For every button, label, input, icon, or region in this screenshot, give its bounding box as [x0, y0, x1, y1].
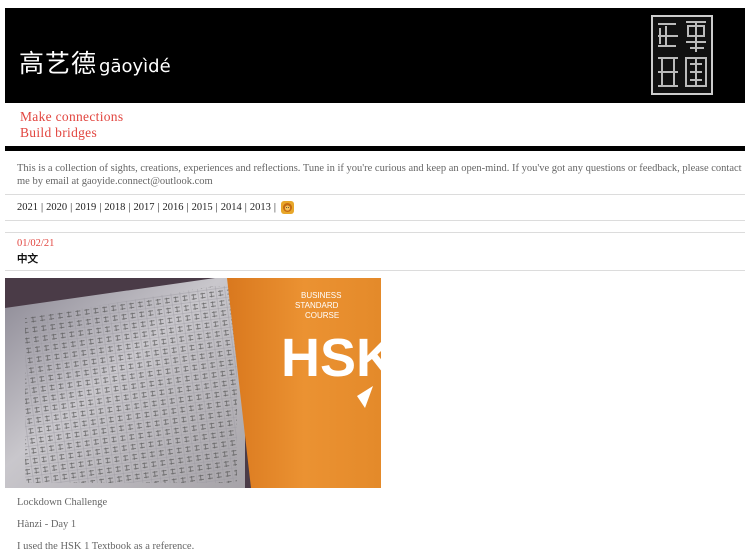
divider: [5, 270, 745, 271]
divider: [5, 194, 745, 195]
lion-face-icon: [282, 203, 292, 212]
logo-pinyin: gāoyìdé: [99, 56, 171, 77]
year-link-2015[interactable]: 2015: [192, 202, 213, 213]
site-intro: This is a collection of sights, creation…: [17, 163, 742, 187]
site-logo[interactable]: 高艺德 gāoyìdé: [19, 44, 171, 80]
year-link-2021[interactable]: 2021: [17, 202, 38, 213]
seal-stamp-image: [651, 15, 713, 95]
year-link-2019[interactable]: 2019: [75, 202, 96, 213]
divider: [5, 220, 745, 221]
post-photo-hsk-book: BUSINESS STANDARD COURSE HSK: [5, 278, 381, 488]
book-cover-title: HSK: [281, 328, 381, 388]
post-paragraph: Hànzi - Day 1: [17, 519, 77, 530]
year-link-2013[interactable]: 2013: [250, 202, 271, 213]
divider: [5, 232, 745, 233]
post-paragraph: Lockdown Challenge: [17, 497, 108, 508]
book-cover-text: STANDARD: [295, 301, 339, 310]
tagline-line-1: Make connections: [20, 109, 124, 124]
nav-separator: |: [186, 202, 189, 213]
year-link-2018[interactable]: 2018: [104, 202, 125, 213]
nav-separator: |: [99, 202, 102, 213]
nav-separator: |: [70, 202, 73, 213]
nav-separator: |: [244, 202, 247, 213]
book-cover-text: COURSE: [305, 311, 339, 320]
nav-separator: |: [273, 202, 276, 213]
year-link-2020[interactable]: 2020: [46, 202, 67, 213]
nav-separator: |: [41, 202, 44, 213]
nav-separator: |: [128, 202, 131, 213]
year-link-2016[interactable]: 2016: [163, 202, 184, 213]
lion-icon[interactable]: [280, 201, 294, 214]
year-archive-nav: 2021 | 2020 | 2019 | 2018 | 2017 | 2016 | 2015…: [17, 201, 294, 214]
tagline: Make connections Build bridges: [20, 109, 123, 141]
post-paragraph: I used the HSK 1 Textbook as a reference…: [17, 541, 195, 552]
year-link-2017[interactable]: 2017: [133, 202, 154, 213]
header-divider: [5, 146, 745, 151]
logo-hanzi: 高艺德: [19, 49, 98, 78]
post-title[interactable]: 中文: [17, 251, 38, 266]
nav-separator: |: [215, 202, 218, 213]
year-link-2014[interactable]: 2014: [221, 202, 242, 213]
nav-separator: |: [157, 202, 160, 213]
book-cover-text: BUSINESS: [301, 291, 341, 300]
post-date: 01/02/21: [17, 238, 55, 249]
site-header: 高艺德 gāoyìdé: [5, 8, 745, 103]
tagline-line-2: Build bridges: [20, 125, 98, 140]
